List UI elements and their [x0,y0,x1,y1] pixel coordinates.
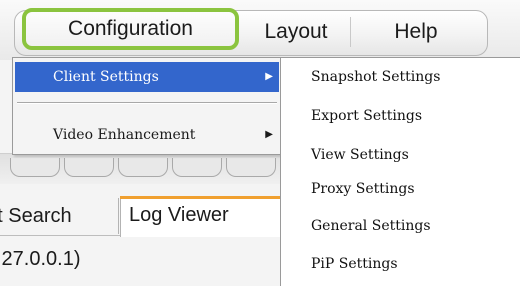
tab-event-search[interactable]: nt Search [0,198,119,234]
client-settings-submenu: Snapshot Settings Export Settings View S… [280,57,520,286]
active-tab-indicator [120,196,280,199]
submenu-item-pip-settings[interactable]: PiP Settings [311,251,398,277]
application-window: Configuration Layout Help nt Search Log … [0,0,520,286]
menu-layout[interactable]: Layout [242,17,351,47]
configuration-dropdown: Client Settings ▶ Video Enhancement ▶ [12,57,282,155]
toolbar-button[interactable] [172,158,222,177]
triangle-right-icon: ▶ [265,71,273,82]
submenu-item-snapshot-settings[interactable]: Snapshot Settings [311,64,440,90]
submenu-item-export-settings[interactable]: Export Settings [311,103,422,129]
menu-item-label: Video Enhancement [53,127,196,143]
submenu-item-general-settings[interactable]: General Settings [311,213,431,239]
toolbar-button[interactable] [64,158,114,177]
tab-log-viewer[interactable]: Log Viewer [120,196,282,237]
toolbar-button[interactable] [10,158,60,177]
menu-item-label: Client Settings [53,69,159,85]
submenu-item-view-settings[interactable]: View Settings [311,142,409,168]
toolbar-button[interactable] [226,158,276,177]
triangle-right-icon: ▶ [265,129,273,140]
menu-item-video-enhancement[interactable]: Video Enhancement ▶ [15,120,279,150]
menu-item-client-settings[interactable]: Client Settings ▶ [15,62,279,92]
menu-help[interactable]: Help [360,10,472,54]
server-address-text: .27.0.0.1) [0,248,81,270]
toolbar-button[interactable] [118,158,168,177]
submenu-item-proxy-settings[interactable]: Proxy Settings [311,176,415,202]
menu-configuration[interactable]: Configuration [22,8,239,50]
menu-separator [17,102,277,104]
